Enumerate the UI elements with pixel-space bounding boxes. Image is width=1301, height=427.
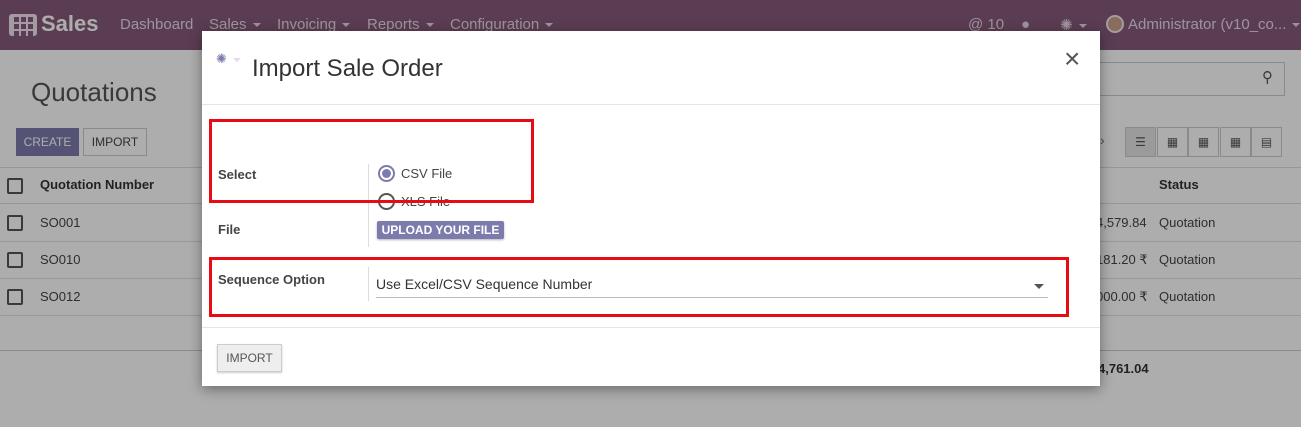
field-separator — [368, 217, 369, 247]
highlight-select-box — [209, 119, 534, 203]
bug-icon[interactable]: ✺ — [216, 51, 241, 67]
file-label: File — [218, 222, 241, 237]
modal-footer: IMPORT — [202, 327, 1100, 386]
import-button[interactable]: IMPORT — [217, 344, 282, 372]
import-sale-order-dialog: ✺ Import Sale Order × Select CSV File XL… — [202, 31, 1100, 386]
upload-file-button[interactable]: UPLOAD YOUR FILE — [377, 221, 504, 239]
modal-header: ✺ Import Sale Order × — [202, 31, 1100, 105]
highlight-sequence-box — [209, 257, 1069, 317]
modal-title: Import Sale Order — [252, 55, 443, 82]
modal-body: Select CSV File XLS File File UPLOAD YOU… — [202, 105, 1100, 327]
close-icon[interactable]: × — [1064, 45, 1080, 73]
